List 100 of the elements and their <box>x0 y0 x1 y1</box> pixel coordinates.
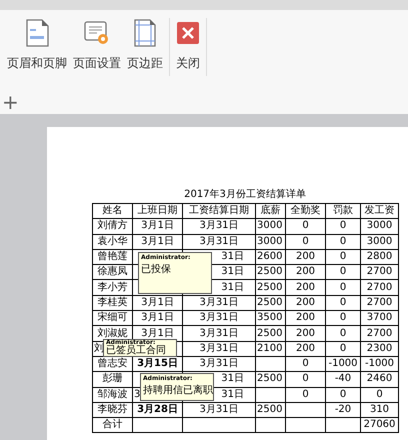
table-cell: 31日 <box>220 251 245 262</box>
table-cell: 3月1日 <box>140 328 175 339</box>
table-cell: 31日 <box>220 266 245 278</box>
table-cell: 3月31日 <box>198 296 240 308</box>
table-cell: 3700 <box>366 312 394 324</box>
table-cell: 3月15日 <box>136 358 179 370</box>
table-cell: 刘倩方 <box>96 220 128 232</box>
table-cell: 31日 <box>220 373 245 384</box>
settings-icon <box>84 20 110 46</box>
table-cell: 200 <box>294 312 316 324</box>
table-cell: 0 <box>301 220 310 232</box>
table-cell: 2800 <box>366 251 394 262</box>
column-header: 发工资 <box>364 205 396 216</box>
table-cell: 0 <box>338 236 348 247</box>
table-cell: 3月31日 <box>198 404 240 415</box>
table-cell: 3月31日 <box>198 236 240 247</box>
table-cell: 0 <box>338 312 348 324</box>
table-cell: 2500 <box>256 296 284 308</box>
table-cell: 2700 <box>366 296 394 308</box>
table-cell: 刘淑妮 <box>96 328 128 339</box>
table-cell: 3000 <box>366 220 394 232</box>
table-cell: 0 <box>338 266 348 278</box>
table-cell: 3月31日 <box>198 328 240 339</box>
table-cell: -20 <box>334 404 352 415</box>
sheet-title: 2017年3月份工资结算详单 <box>183 188 307 202</box>
table-cell: 曾艳莲 <box>96 251 128 262</box>
comment-text: 持聘用信已离职 <box>143 384 213 397</box>
table-cell: 200 <box>294 296 316 308</box>
table-cell: 3月1日 <box>140 312 175 324</box>
table-cell: 2700 <box>366 266 394 278</box>
table-cell: 27060 <box>362 419 396 430</box>
table-cell: 0 <box>375 388 384 400</box>
column-header: 上班日期 <box>136 205 178 216</box>
table-cell: 3500 <box>256 312 284 324</box>
table-cell: 2500 <box>256 328 284 339</box>
table-cell: 2700 <box>366 328 394 339</box>
table-cell: 3月31日 <box>198 358 240 370</box>
table-cell: 3月1日 <box>140 220 175 232</box>
margins-icon <box>134 19 156 47</box>
close-icon <box>177 22 199 44</box>
table-cell: 200 <box>294 328 316 339</box>
table-cell: 0 <box>338 220 348 232</box>
table-cell: 3月28日 <box>136 404 179 415</box>
table-cell: 宋细可 <box>96 312 128 324</box>
column-header: 姓名 <box>102 205 124 216</box>
table-cell: 2500 <box>256 404 284 415</box>
table-cell: -1000 <box>364 358 396 370</box>
table-cell: 0 <box>301 358 310 370</box>
column-header: 全勤奖 <box>290 205 322 216</box>
table-cell: 31日 <box>220 388 245 400</box>
table-cell: 310 <box>368 404 390 415</box>
table-cell: 200 <box>294 342 316 354</box>
column-header: 底薪 <box>260 205 282 216</box>
toolbar-button[interactable]: 页边距 <box>124 18 166 76</box>
add-sheet-button[interactable]: + <box>2 92 19 112</box>
table-cell: 2500 <box>256 282 284 293</box>
table-cell: 3 <box>133 388 142 400</box>
table-cell: 0 <box>338 282 348 293</box>
toolbar-button[interactable]: 页眉和页脚 <box>4 18 70 76</box>
table-cell: 2600 <box>256 251 284 262</box>
table-cell: 袁小华 <box>96 236 128 247</box>
table-cell: 3000 <box>256 236 284 247</box>
table-cell: 3000 <box>256 220 284 232</box>
table-cell: 徐惠凤 <box>96 266 128 278</box>
table-cell: 0 <box>338 296 348 308</box>
column-header: 罚款 <box>332 205 354 216</box>
table-cell: 31日 <box>220 282 245 293</box>
comment-text: 已投保 <box>141 263 171 276</box>
toolbar-button[interactable]: 页面设置 <box>70 18 124 76</box>
table-cell: 0 <box>338 388 348 400</box>
table-cell: 2500 <box>256 373 284 384</box>
table-cell: 3000 <box>366 236 394 247</box>
table-cell: 2100 <box>256 342 284 354</box>
table-cell: 3月1日 <box>140 296 175 308</box>
table-cell: 合计 <box>102 419 124 430</box>
table-cell: 200 <box>294 251 316 262</box>
table-cell: 0 <box>338 251 348 262</box>
table-cell: 3月31日 <box>198 342 240 354</box>
table-cell: 3月1日 <box>140 236 175 247</box>
toolbar-button[interactable]: 关闭 <box>173 18 203 76</box>
table-cell: 2700 <box>366 282 394 293</box>
table-cell: 200 <box>294 282 316 293</box>
table-cell: 2460 <box>366 373 394 384</box>
table-cell: 2500 <box>256 266 284 278</box>
table-cell: 曾志安 <box>96 358 128 370</box>
table-cell: 0 <box>301 236 310 247</box>
column-header: 工资结算日期 <box>188 205 250 216</box>
table-cell: 3月31日 <box>198 220 240 232</box>
table-cell: 李晓芬 <box>96 404 128 415</box>
table-cell: 200 <box>294 266 316 278</box>
table-cell: 0 <box>301 373 310 384</box>
table-cell: 0 <box>338 342 348 354</box>
table-cell: 彭珊 <box>102 373 124 384</box>
table-cell: -1000 <box>327 358 359 370</box>
comment-text: 已签员工合同 <box>106 345 166 356</box>
table-cell: 3月31日 <box>198 312 240 324</box>
table-cell: 2300 <box>366 342 394 354</box>
table-cell: 0 <box>301 388 310 400</box>
document-icon <box>25 19 49 47</box>
table-cell: 邹海波 <box>96 388 128 400</box>
